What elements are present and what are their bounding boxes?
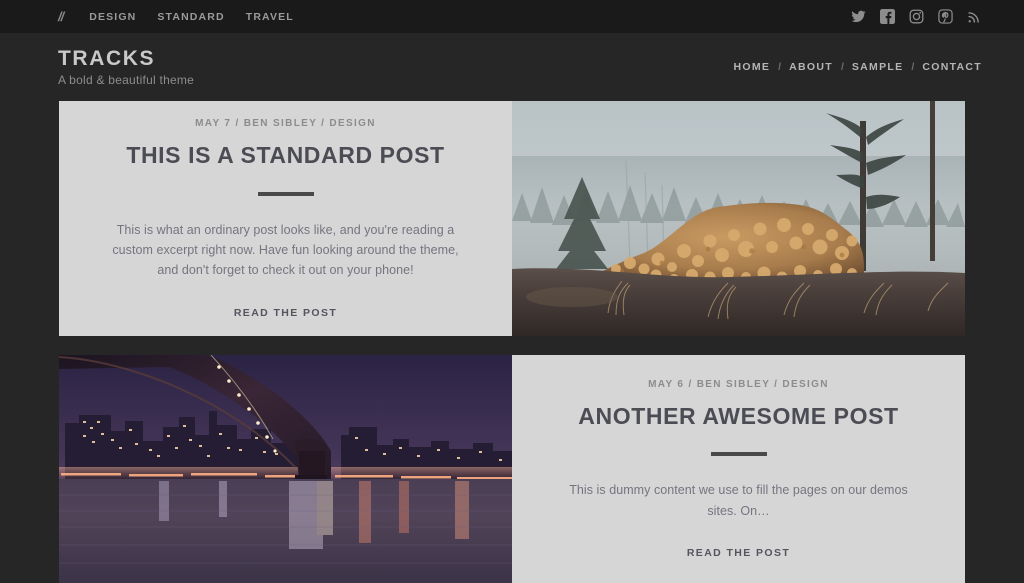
twitter-icon[interactable] — [851, 9, 866, 24]
slash-logo-icon[interactable]: // — [58, 10, 64, 23]
post-meta: MAY 7 / BEN SIBLEY / DESIGN — [195, 118, 376, 130]
post-grid: MAY 7 / BEN SIBLEY / DESIGN THIS IS A ST… — [0, 101, 1024, 583]
title-divider — [257, 191, 314, 196]
social-links — [851, 9, 982, 24]
post-excerpt: This is what an ordinary post looks like… — [112, 222, 459, 278]
instagram-icon[interactable] — [909, 9, 924, 24]
post-title[interactable]: THIS IS A STANDARD POST — [126, 142, 444, 168]
pinterest-icon[interactable] — [938, 9, 953, 24]
site-title[interactable]: TRACKS — [58, 47, 194, 71]
post-meta: MAY 6 / BEN SIBLEY / DESIGN — [648, 379, 829, 391]
main-navigation: HOME / ABOUT / SAMPLE / CONTACT — [733, 61, 982, 73]
site-branding[interactable]: TRACKS A bold & beautiful theme — [58, 47, 194, 87]
nav-separator: / — [840, 61, 844, 73]
post-thumbnail-bridge[interactable] — [59, 355, 512, 583]
rss-icon[interactable] — [967, 9, 982, 24]
site-tagline: A bold & beautiful theme — [58, 73, 195, 88]
site-header: TRACKS A bold & beautiful theme HOME / A… — [0, 33, 1024, 101]
top-bar-left: // DESIGN STANDARD TRAVEL — [58, 10, 294, 23]
category-link-travel[interactable]: TRAVEL — [246, 11, 294, 23]
post-excerpt: This is dummy content we use to fill the… — [569, 483, 908, 518]
nav-link-contact[interactable]: CONTACT — [922, 61, 982, 73]
read-the-post-link[interactable]: READ THE POST — [687, 547, 790, 559]
nav-separator: / — [778, 61, 782, 73]
nav-link-home[interactable]: HOME — [733, 61, 770, 73]
read-the-post-link[interactable]: READ THE POST — [234, 307, 337, 319]
title-divider — [710, 452, 767, 457]
nav-link-about[interactable]: ABOUT — [789, 61, 833, 73]
post-card: MAY 6 / BEN SIBLEY / DESIGN ANOTHER AWES… — [59, 355, 965, 583]
facebook-icon[interactable] — [880, 9, 895, 24]
post-text-panel: MAY 6 / BEN SIBLEY / DESIGN ANOTHER AWES… — [512, 355, 965, 583]
top-bar: // DESIGN STANDARD TRAVEL — [0, 0, 1024, 33]
category-link-standard[interactable]: STANDARD — [157, 11, 224, 23]
nav-link-sample[interactable]: SAMPLE — [852, 61, 904, 73]
post-card: MAY 7 / BEN SIBLEY / DESIGN THIS IS A ST… — [59, 101, 965, 336]
category-nav: DESIGN STANDARD TRAVEL — [89, 11, 294, 23]
post-thumbnail-forest[interactable] — [512, 101, 965, 336]
category-link-design[interactable]: DESIGN — [89, 11, 136, 23]
post-text-panel: MAY 7 / BEN SIBLEY / DESIGN THIS IS A ST… — [59, 101, 512, 336]
post-title[interactable]: ANOTHER AWESOME POST — [578, 403, 898, 429]
nav-separator: / — [911, 61, 915, 73]
